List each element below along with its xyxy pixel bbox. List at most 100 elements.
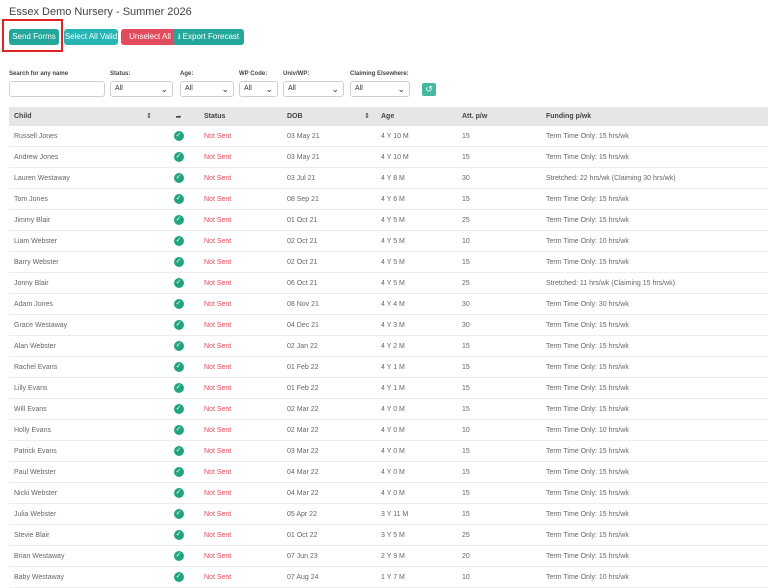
table-row[interactable]: Nicki Webster ✓ Not Sent 04 Mar 22 4 Y 0 M 15…	[9, 482, 768, 504]
check-circle-icon[interactable]: ✓	[173, 152, 184, 162]
table-row[interactable]: Barry Webster ✓ Not Sent 02 Oct 21 4 Y 5 M 15…	[9, 251, 768, 273]
check-circle-icon[interactable]: ✓	[173, 446, 184, 456]
funding-cell: Term Time Only: 15 hrs/wk	[541, 314, 768, 336]
dob-cell: 03 May 21	[282, 126, 376, 147]
send-forms-button[interactable]: Send Forms	[9, 29, 59, 45]
table-row[interactable]: Holly Evans ✓ Not Sent 02 Mar 22 4 Y 0 M 10 Te…	[9, 419, 768, 441]
select-check-cell[interactable]: ✓	[158, 398, 199, 420]
select-check-cell[interactable]: ✓	[158, 461, 199, 483]
child-name-cell: Will Evans	[9, 398, 158, 420]
export-forecast-button[interactable]: ⭳ Export Forecast	[173, 29, 244, 45]
check-circle-icon[interactable]: ✓	[173, 383, 184, 393]
select-check-cell[interactable]: ✓	[158, 524, 199, 546]
att-header-label: Att. p/w	[462, 113, 488, 120]
table-row[interactable]: Russell Jones ✓ Not Sent 03 May 21 4 Y 10 M1…	[9, 126, 768, 147]
check-circle-icon[interactable]: ✓	[173, 194, 184, 204]
age-select[interactable]: All ⌄	[180, 81, 234, 97]
check-circle-icon[interactable]: ✓	[173, 362, 184, 372]
column-header-dob[interactable]: DOB ⇕	[282, 107, 376, 126]
table-row[interactable]: Rachel Evans ✓ Not Sent 01 Feb 22 4 Y 1 M 15 T…	[9, 356, 768, 378]
select-all-valid-button[interactable]: Select All Valid	[64, 29, 118, 45]
select-check-cell[interactable]: ✓	[158, 167, 199, 189]
child-name-cell: Julia Webster	[9, 503, 158, 525]
check-circle-icon[interactable]: ✓	[173, 215, 184, 225]
status-select[interactable]: All ⌄	[110, 81, 173, 97]
age-cell: 4 Y 0 M	[376, 482, 457, 504]
table-row[interactable]: Tom Jones ✓ Not Sent 08 Sep 21 4 Y 6 M 15 Term…	[9, 188, 768, 210]
table-row[interactable]: Will Evans ✓ Not Sent 02 Mar 22 4 Y 0 M 15 Ter…	[9, 398, 768, 420]
select-check-cell[interactable]: ✓	[158, 209, 199, 231]
check-circle-icon[interactable]: ✓	[173, 320, 184, 330]
select-check-cell[interactable]: ✓	[158, 335, 199, 357]
table-row[interactable]: Lilly Evans ✓ Not Sent 01 Feb 22 4 Y 1 M 15 Te…	[9, 377, 768, 399]
status-cell: Not Sent	[199, 419, 282, 441]
check-circle-icon[interactable]: ✓	[173, 509, 184, 519]
reset-filters-button[interactable]: ↺	[422, 83, 436, 96]
search-input[interactable]	[9, 81, 105, 97]
column-header-child[interactable]: Child ⇕	[9, 107, 158, 126]
table-row[interactable]: Paul Webster ✓ Not Sent 04 Mar 22 4 Y 0 M 15 T…	[9, 461, 768, 483]
check-circle-icon[interactable]: ✓	[173, 404, 184, 414]
check-circle-icon[interactable]: ✓	[173, 278, 184, 288]
age-cell: 4 Y 5 M	[376, 209, 457, 231]
select-check-cell[interactable]: ✓	[158, 314, 199, 336]
dob-cell: 02 Oct 21	[282, 251, 376, 273]
check-circle-icon[interactable]: ✓	[173, 341, 184, 351]
table-row[interactable]: Brian Westaway ✓ Not Sent 07 Jun 23 2 Y 9 M2…	[9, 545, 768, 567]
select-check-cell[interactable]: ✓	[158, 545, 199, 567]
unselect-all-button[interactable]: Unselect All	[121, 29, 179, 45]
status-cell: Not Sent	[199, 482, 282, 504]
check-circle-icon[interactable]: ✓	[173, 467, 184, 477]
table-row[interactable]: Grace Westaway ✓ Not Sent 04 Dec 21 4 Y 3 M3…	[9, 314, 768, 336]
select-check-cell[interactable]: ✓	[158, 419, 199, 441]
check-circle-icon[interactable]: ✓	[173, 236, 184, 246]
check-circle-icon[interactable]: ✓	[173, 488, 184, 498]
funding-cell: Term Time Only: 15 hrs/wk	[541, 335, 768, 357]
select-check-cell[interactable]: ✓	[158, 251, 199, 273]
attendance-cell: 15	[457, 377, 541, 399]
select-check-cell[interactable]: ✓	[158, 377, 199, 399]
funding-cell: Term Time Only: 15 hrs/wk	[541, 356, 768, 378]
wp-code-select[interactable]: All ⌄	[239, 81, 278, 97]
check-circle-icon[interactable]: ✓	[173, 299, 184, 309]
table-row[interactable]: Jimmy Blair ✓ Not Sent 01 Oct 21 4 Y 5 M 25 Te…	[9, 209, 768, 231]
select-check-cell[interactable]: ✓	[158, 146, 199, 168]
select-check-cell[interactable]: ✓	[158, 126, 199, 147]
claiming-select[interactable]: All ⌄	[350, 81, 410, 97]
check-circle-icon[interactable]: ✓	[173, 572, 184, 582]
claiming-select-value: All	[355, 85, 363, 92]
table-row[interactable]: Stevie Blair ✓ Not Sent 01 Oct 22 3 Y 5 M 25 T…	[9, 524, 768, 546]
select-check-cell[interactable]: ✓	[158, 566, 199, 588]
check-circle-icon[interactable]: ✓	[173, 131, 184, 141]
child-name-cell: Russell Jones	[9, 126, 158, 147]
age-cell: 4 Y 3 M	[376, 314, 457, 336]
select-check-cell[interactable]: ✓	[158, 293, 199, 315]
table-row[interactable]: Lauren Westaway ✓ Not Sent 03 Jul 21 4 Y 8 M…	[9, 167, 768, 189]
table-row[interactable]: Liam Webster ✓ Not Sent 02 Oct 21 4 Y 5 M 10 T…	[9, 230, 768, 252]
select-check-cell[interactable]: ✓	[158, 272, 199, 294]
dob-cell: 02 Mar 22	[282, 419, 376, 441]
table-row[interactable]: Alan Webster ✓ Not Sent 02 Jan 22 4 Y 2 M 15 T…	[9, 335, 768, 357]
table-row[interactable]: Andrew Jones ✓ Not Sent 03 May 21 4 Y 10 M 15…	[9, 146, 768, 168]
select-check-cell[interactable]: ✓	[158, 482, 199, 504]
select-check-cell[interactable]: ✓	[158, 503, 199, 525]
check-circle-icon[interactable]: ✓	[173, 173, 184, 183]
select-check-cell[interactable]: ✓	[158, 230, 199, 252]
select-check-cell[interactable]: ✓	[158, 440, 199, 462]
table-row[interactable]: Jonny Blair ✓ Not Sent 06 Oct 21 4 Y 5 M 25 St…	[9, 272, 768, 294]
table-row[interactable]: Julia Webster ✓ Not Sent 05 Apr 22 3 Y 11 M1…	[9, 503, 768, 525]
table-row[interactable]: Adam Jones ✓ Not Sent 08 Nov 21 4 Y 4 M 30 Ter…	[9, 293, 768, 315]
select-check-cell[interactable]: ✓	[158, 356, 199, 378]
table-row[interactable]: Patrick Evans ✓ Not Sent 03 Mar 22 4 Y 0 M 15…	[9, 440, 768, 462]
select-check-cell[interactable]: ✓	[158, 188, 199, 210]
table-row[interactable]: Baby Westaway ✓ Not Sent 07 Aug 24 1 Y 7 M 10…	[9, 566, 768, 588]
univ-wp-select[interactable]: All ⌄	[283, 81, 344, 97]
check-circle-icon[interactable]: ✓	[173, 425, 184, 435]
export-forecast-label: Export Forecast	[182, 32, 240, 41]
check-circle-icon[interactable]: ✓	[173, 530, 184, 540]
check-circle-icon[interactable]: ✓	[173, 257, 184, 267]
age-cell: 4 Y 0 M	[376, 440, 457, 462]
check-circle-icon[interactable]: ✓	[173, 551, 184, 561]
dob-cell: 03 May 21	[282, 146, 376, 168]
status-cell: Not Sent	[199, 356, 282, 378]
